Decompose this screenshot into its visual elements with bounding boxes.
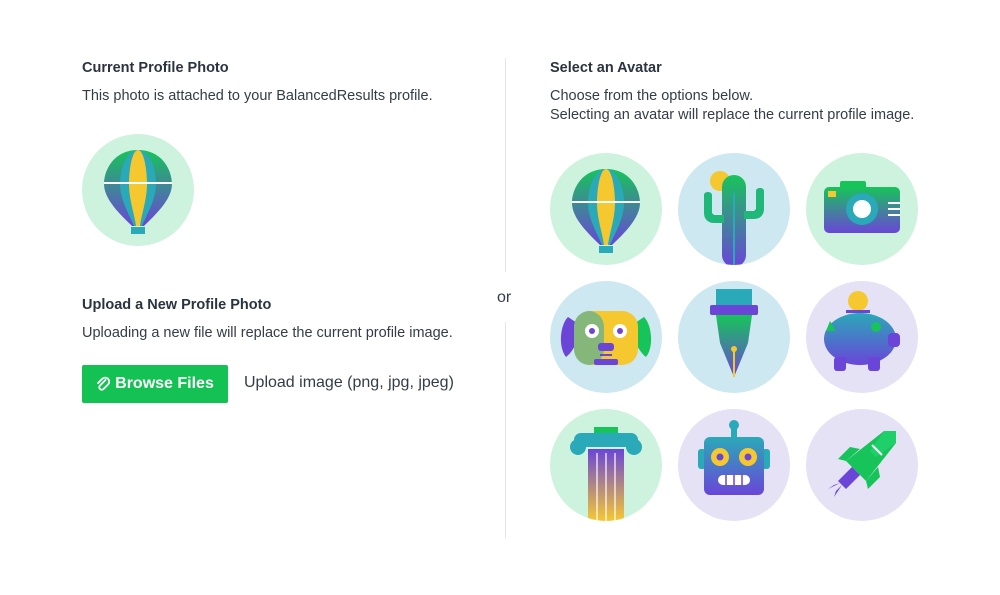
dog-icon [560,311,652,365]
camera-icon [824,181,900,233]
avatar-select-line1: Choose from the options below. [550,88,754,104]
hot-air-balloon-icon [572,169,640,253]
avatar-select-heading: Select an Avatar [550,60,662,76]
rocket-icon [828,431,896,497]
cactus-icon [704,171,764,265]
fountain-pen-icon [710,289,758,377]
piggy-bank-icon [824,291,900,371]
robot-icon [698,420,770,495]
avatar-option-dog[interactable] [550,281,662,393]
or-separator: or [497,289,512,306]
avatar-option-column[interactable] [550,409,662,521]
avatar-option-cactus[interactable] [678,153,790,265]
avatar-option-camera[interactable] [806,153,918,265]
avatar-option-balloon[interactable] [550,153,662,265]
column-icon [570,427,642,521]
upload-heading: Upload a New Profile Photo [82,297,272,313]
avatar-select-line2: Selecting an avatar will replace the cur… [550,107,915,123]
avatar-option-rocket[interactable] [806,409,918,521]
upload-format-hint: Upload image (png, jpg, jpeg) [244,374,454,391]
column-divider-top [505,58,506,272]
avatar-option-piggy-bank[interactable] [806,281,918,393]
upload-section: Upload a New Profile Photo Uploading a n… [82,0,482,595]
upload-description: Uploading a new file will replace the cu… [82,325,453,341]
paperclip-icon [97,376,111,391]
column-divider-bottom [505,322,506,538]
avatar-option-pen[interactable] [678,281,790,393]
browse-files-button[interactable]: Browse Files [82,365,228,403]
avatar-option-robot[interactable] [678,409,790,521]
avatar-select-section: Select an Avatar Choose from the options… [550,0,970,595]
browse-files-label: Browse Files [115,375,214,392]
